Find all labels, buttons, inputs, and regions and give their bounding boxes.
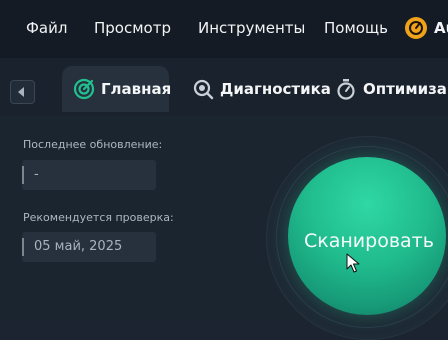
target-icon: [73, 78, 95, 100]
scan-button-label: Сканировать: [304, 230, 434, 252]
tab-home[interactable]: Главная: [62, 66, 172, 112]
app-name: Au: [434, 19, 448, 37]
tab-home-label: Главная: [101, 80, 172, 98]
back-button[interactable]: [10, 80, 35, 104]
menu-view[interactable]: Просмотр: [94, 19, 171, 37]
tab-optimization-label: Оптимизаци: [363, 80, 448, 98]
recommended-value: 05 май, 2025: [34, 239, 123, 254]
menu-help[interactable]: Помощь: [324, 19, 388, 37]
tab-diagnostics[interactable]: Диагностика: [190, 66, 331, 112]
app-logo-icon: [405, 17, 427, 39]
tab-diagnostics-label: Диагностика: [220, 80, 331, 98]
arrow-left-icon: [18, 87, 24, 97]
recommended-field: 05 май, 2025: [22, 232, 156, 262]
tab-optimization[interactable]: Оптимизаци: [333, 66, 448, 112]
menu-bar: Файл Просмотр Инструменты Помощь Au: [0, 0, 448, 58]
last-update-label: Последнее обновление:: [23, 138, 163, 151]
magnifier-icon: [193, 79, 214, 100]
mouse-cursor-icon: [346, 253, 360, 273]
last-update-value: -: [34, 167, 39, 182]
stopwatch-icon: [337, 79, 355, 100]
menu-tools[interactable]: Инструменты: [198, 19, 305, 37]
tab-bar: Главная Диагностика Оптимизаци: [0, 58, 448, 116]
recommended-label: Рекомендуется проверка:: [23, 211, 174, 224]
menu-file[interactable]: Файл: [26, 19, 67, 37]
last-update-field: -: [22, 160, 156, 190]
